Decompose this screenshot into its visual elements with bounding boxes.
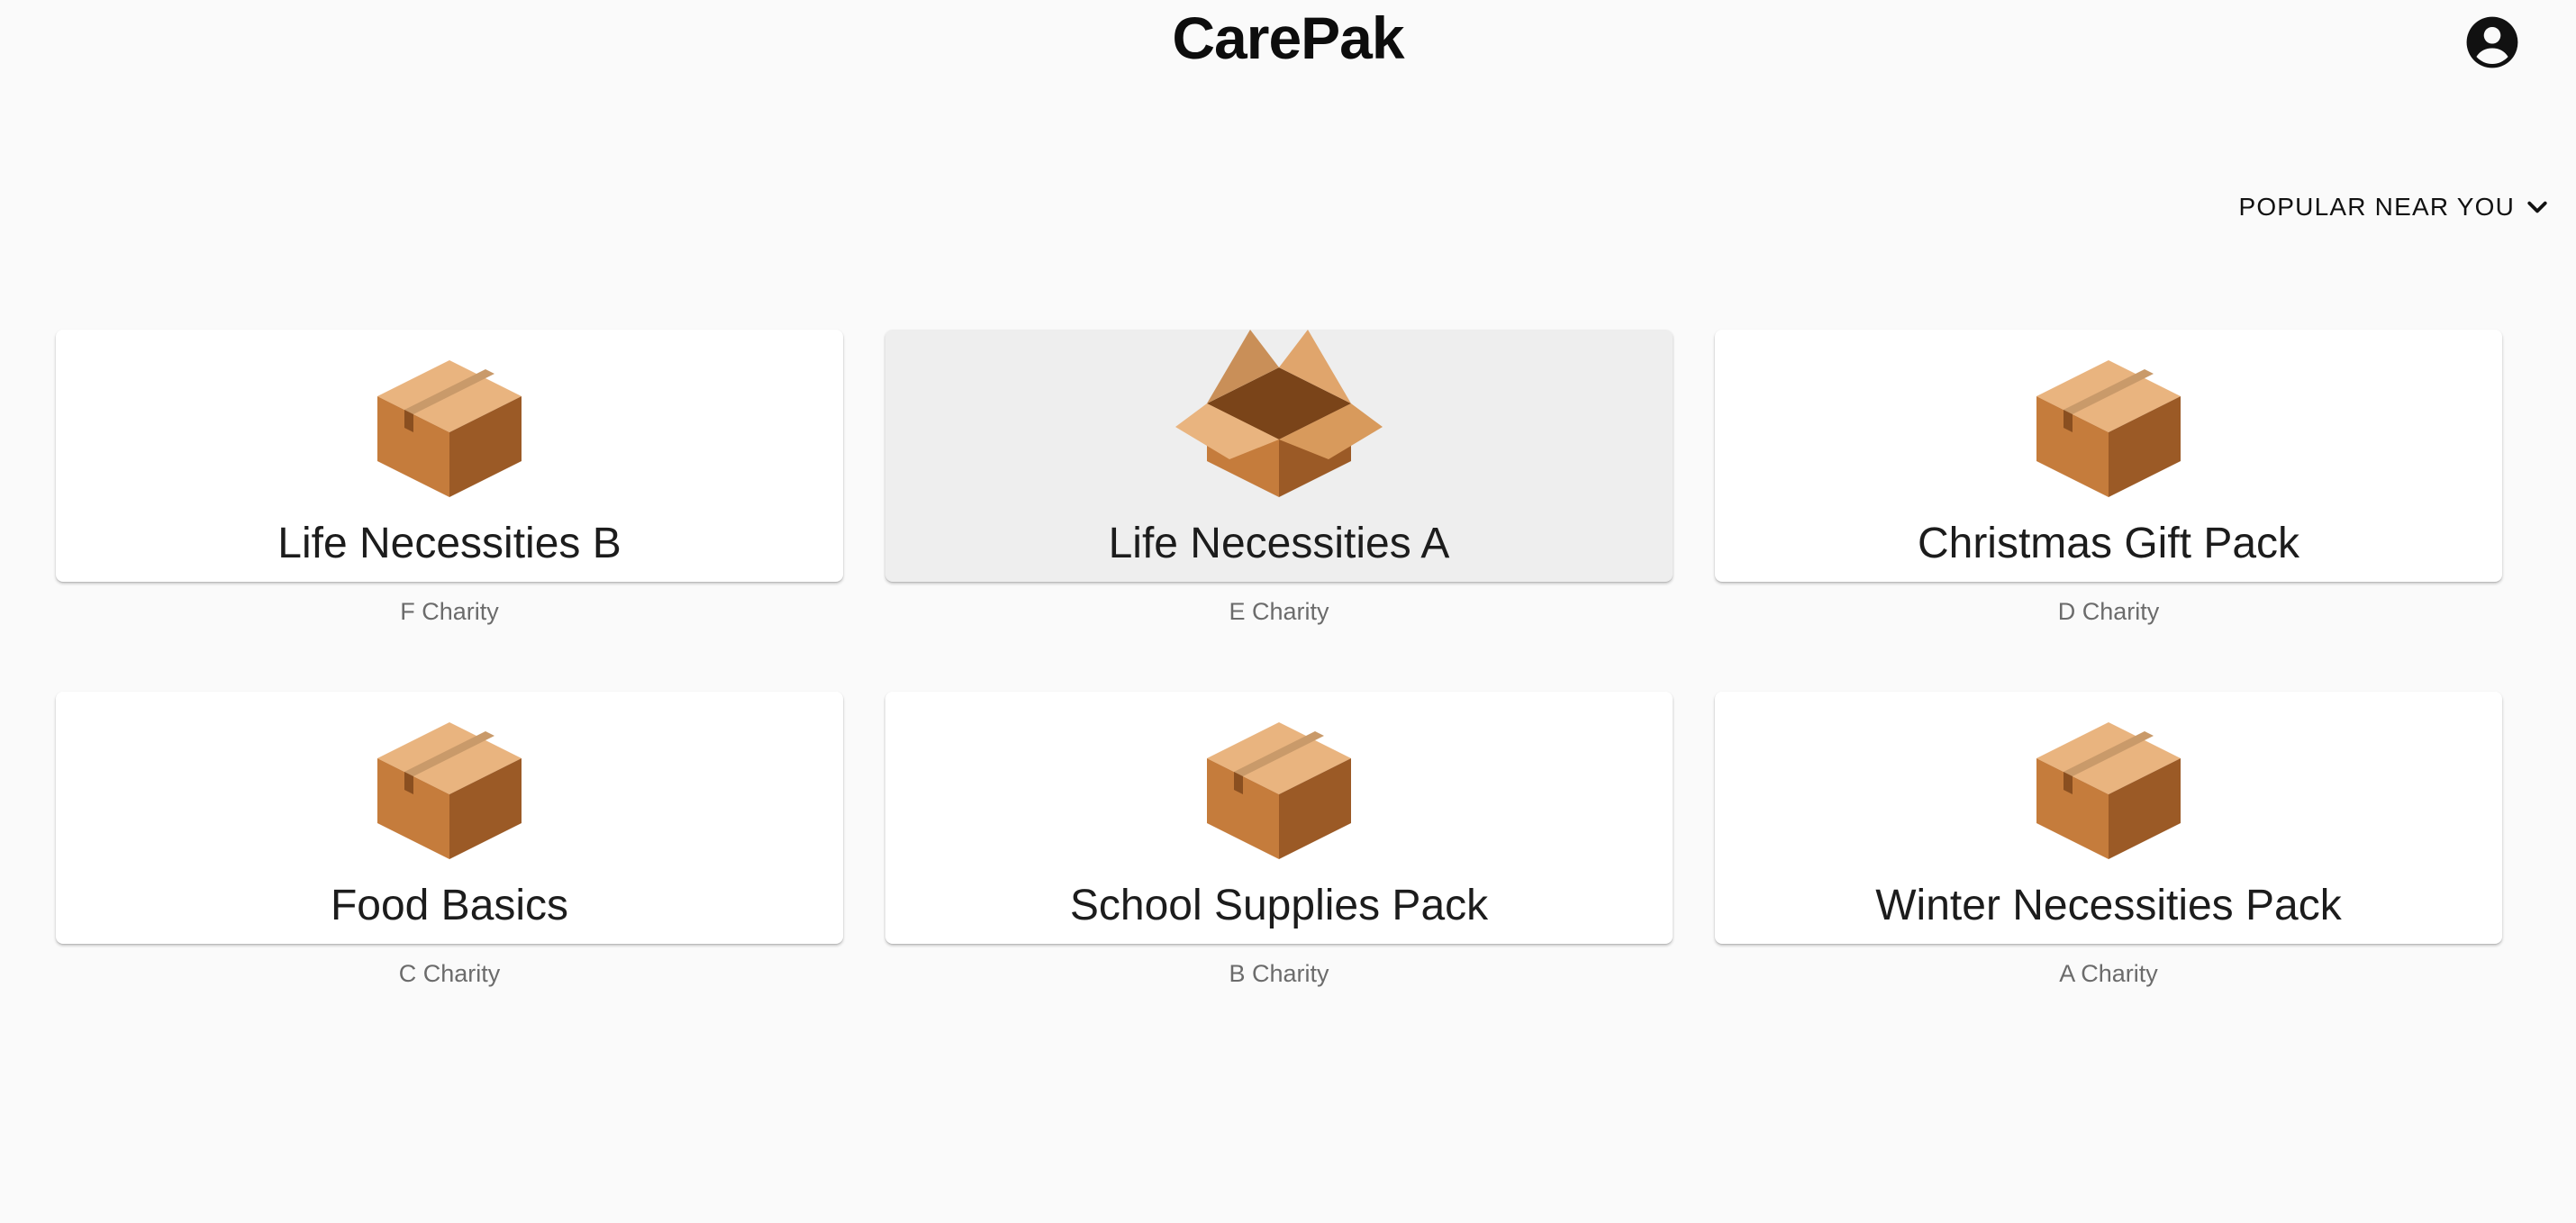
closed-box-icon: [2033, 357, 2184, 501]
pack-charity: C Charity: [398, 960, 501, 987]
pack-title: Life Necessities B: [277, 520, 621, 567]
pack-grid: Life Necessities B F Charity Life Necess…: [56, 252, 2502, 987]
open-box-icon: [1175, 330, 1383, 501]
pack-card[interactable]: Life Necessities B F Charity: [56, 330, 843, 625]
closed-box-icon: [1203, 719, 1355, 863]
pack-card-wrap: School Supplies Pack B Charity: [885, 614, 1673, 987]
pack-card[interactable]: Christmas Gift Pack D Charity: [1715, 330, 2502, 625]
sort-dropdown[interactable]: POPULAR NEAR YOU: [2238, 193, 2551, 222]
pack-card[interactable]: School Supplies Pack B Charity: [885, 692, 1673, 987]
header: CarePak: [0, 0, 2576, 86]
pack-title: Winter Necessities Pack: [1875, 882, 2342, 929]
pack-card[interactable]: Life Necessities A E Charity: [885, 330, 1673, 625]
pack-charity: A Charity: [2059, 960, 2158, 987]
pack-card-wrap: Life Necessities A E Charity: [885, 252, 1673, 625]
sort-label: POPULAR NEAR YOU: [2238, 193, 2515, 221]
pack-card-wrap: Winter Necessities Pack A Charity: [1715, 614, 2502, 987]
pack-title: School Supplies Pack: [1069, 882, 1489, 929]
pack-charity: B Charity: [1229, 960, 1329, 987]
account-circle-icon: [2464, 14, 2520, 70]
pack-title: Life Necessities A: [1108, 520, 1450, 567]
app-title: CarePak: [1172, 5, 1404, 71]
closed-box-icon: [2033, 719, 2184, 863]
pack-card-wrap: Christmas Gift Pack D Charity: [1715, 252, 2502, 625]
pack-card-wrap: Food Basics C Charity: [56, 614, 843, 987]
app: CarePak POPULAR NEAR YOU Life Necessitie…: [0, 0, 2576, 1223]
pack-card[interactable]: Food Basics C Charity: [56, 692, 843, 987]
account-button[interactable]: [2464, 14, 2520, 70]
pack-card-wrap: Life Necessities B F Charity: [56, 252, 843, 625]
pack-title: Food Basics: [330, 882, 569, 929]
pack-card[interactable]: Winter Necessities Pack A Charity: [1715, 692, 2502, 987]
closed-box-icon: [374, 719, 525, 863]
chevron-down-icon: [2524, 194, 2551, 221]
closed-box-icon: [374, 357, 525, 501]
pack-title: Christmas Gift Pack: [1917, 520, 2300, 567]
